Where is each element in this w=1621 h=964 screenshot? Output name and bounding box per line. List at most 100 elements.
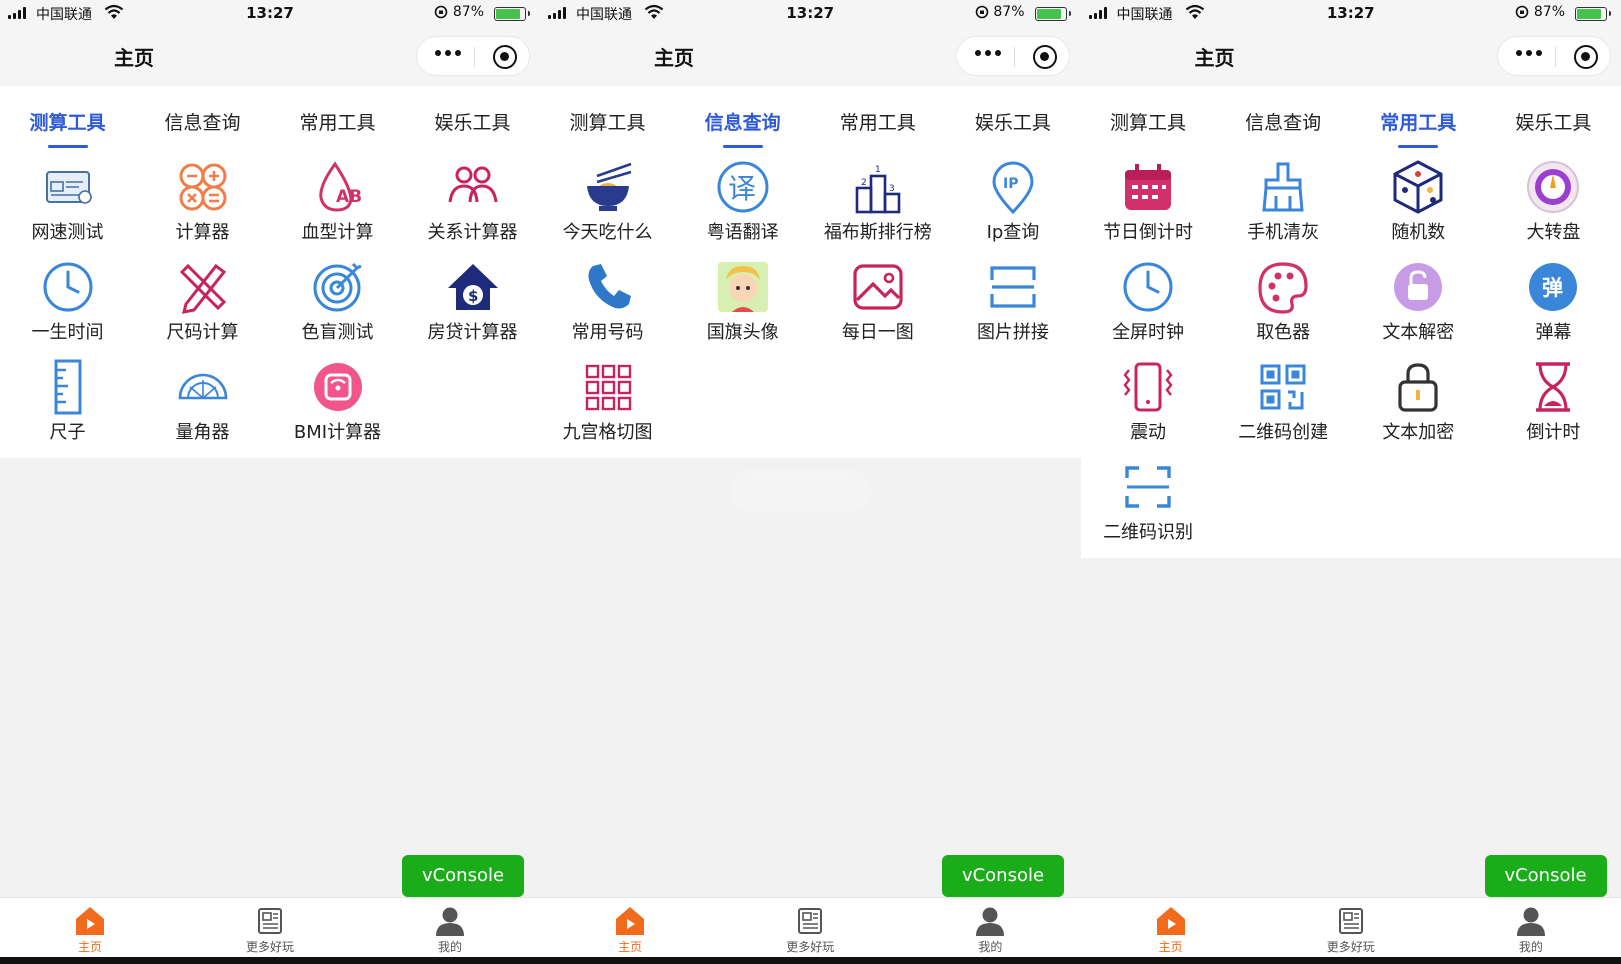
tool-item[interactable]: 计算器 [135,152,270,252]
tool-item[interactable]: 震动 [1081,352,1216,452]
podium-icon: 12 3 [849,158,907,216]
tool-item[interactable]: 尺子 [0,352,135,452]
tabbar-more[interactable]: 更多好玩 [720,898,900,957]
tool-item[interactable]: 手机清灰 [1216,152,1351,252]
tool-item[interactable]: 关系计算器 [405,152,540,252]
tab-0[interactable]: 测算工具 [1081,86,1216,152]
mini-program-capsule [1496,36,1611,76]
tool-item[interactable]: 今天吃什么 [540,152,675,252]
more-icon[interactable] [1515,50,1542,56]
vconsole-button[interactable]: vConsole [1484,855,1607,897]
hourglass-icon [1524,358,1582,416]
svg-text:2: 2 [861,178,867,188]
wheel-icon [1524,158,1582,216]
tool-item[interactable]: 弹弹幕 [1486,252,1621,352]
tab-3[interactable]: 娱乐工具 [405,86,540,152]
tool-item-label: 手机清灰 [1247,222,1320,243]
tab-2[interactable]: 常用工具 [1351,86,1486,152]
tabbar-more-label: 更多好玩 [786,940,835,954]
tool-item[interactable]: BMI计算器 [270,352,405,452]
user-icon [436,907,464,936]
qrcode-icon [1254,358,1312,416]
tool-item[interactable]: 图片拼接 [945,252,1080,352]
svg-text:IP: IP [1003,176,1018,192]
tab-1[interactable]: 信息查询 [675,86,810,152]
tabbar-mine[interactable]: 我的 [360,898,540,957]
danmaku-icon: 弹 [1524,258,1582,316]
tab-1[interactable]: 信息查询 [1216,86,1351,152]
tabbar-more[interactable]: 更多好玩 [180,898,360,957]
more-icon[interactable] [975,50,1001,56]
tool-item[interactable]: 取色器 [1216,252,1351,352]
tool-item[interactable]: 网速测试 [0,152,135,252]
tab-1[interactable]: 信息查询 [135,86,270,152]
close-target-icon[interactable] [493,45,517,69]
tool-item-label: 图片拼接 [976,322,1049,343]
tabbar-home[interactable]: 主页 [1081,898,1261,957]
tabbar-mine[interactable]: 我的 [900,898,1080,957]
vconsole-button[interactable]: vConsole [942,855,1064,897]
tab-0[interactable]: 测算工具 [0,86,135,152]
tool-item[interactable]: 二维码识别 [1081,452,1216,552]
tool-item[interactable]: 国旗头像 [675,252,810,352]
tool-item[interactable]: 文本加密 [1351,352,1486,452]
tool-item-label: 计算器 [175,222,230,243]
unlock-icon [1389,258,1447,316]
status-bar: 中国联通 13:27 87% [1080,0,1621,28]
tool-item[interactable]: 全屏时钟 [1081,252,1216,352]
tool-item-label: 二维码识别 [1103,522,1194,543]
newspaper-icon [258,908,282,934]
tab-2[interactable]: 常用工具 [810,86,945,152]
more-icon[interactable] [435,50,461,56]
tool-item[interactable]: IP Ip查询 [945,152,1080,252]
tabbar-home[interactable]: 主页 [0,898,180,957]
tabbar-home[interactable]: 主页 [540,898,720,957]
tab-0[interactable]: 测算工具 [540,86,675,152]
tabbar-more[interactable]: 更多好玩 [1261,898,1441,957]
tool-item[interactable]: 每日一图 [810,252,945,352]
tool-item-label: 文本加密 [1382,422,1455,443]
tool-item[interactable]: 大转盘 [1486,152,1621,252]
scan-icon [1119,458,1177,516]
tool-item[interactable]: 1 2 3 福布斯排行榜 [810,152,945,252]
tool-item[interactable]: 文本解密 [1351,252,1486,352]
vconsole-button[interactable]: vConsole [402,855,524,897]
tool-item[interactable]: 译粤语翻译 [675,152,810,252]
tab-3[interactable]: 娱乐工具 [945,86,1080,152]
tool-item[interactable]: 倒计时 [1486,352,1621,452]
tool-item[interactable]: 二维码创建 [1216,352,1351,452]
nav-bar: 主页 [0,28,540,85]
phone-screen-3: 中国联通 13:27 87% 主页 测算工具 信息查询 常用工具 娱乐工具 节日倒计时… [1080,0,1621,964]
tool-item[interactable]: $ 房贷计算器 [405,252,540,352]
tool-item-label: 文本解密 [1382,322,1455,343]
speed-test-icon [39,158,97,216]
tool-item-label: 尺码计算 [166,322,239,343]
tool-item-label: 血型计算 [301,222,374,243]
phone-screen-1: 中国联通 13:27 87% 主页 测算工具 信息查询 常用工具 娱乐工具 网速测试 计… [0,0,540,964]
close-target-icon[interactable] [1573,45,1598,69]
image-join-icon [984,258,1042,316]
capsule-divider [1554,47,1556,67]
tab-2[interactable]: 常用工具 [270,86,405,152]
tool-item-label: 尺子 [49,422,86,443]
tool-item[interactable]: 随机数 [1351,152,1486,252]
tool-item[interactable]: 节日倒计时 [1081,152,1216,252]
ip-pin-icon: IP [984,158,1042,216]
close-target-icon[interactable] [1033,45,1057,69]
tabbar-more-label: 更多好玩 [1326,940,1375,954]
tool-item[interactable]: 常用号码 [540,252,675,352]
tabbar-mine[interactable]: 我的 [1441,898,1621,957]
tool-item[interactable]: 尺码计算 [135,252,270,352]
tool-item[interactable]: 一生时间 [0,252,135,352]
tool-item[interactable]: 色盲测试 [270,252,405,352]
tool-item[interactable]: 量角器 [135,352,270,452]
battery-percent: 87% [1533,4,1565,20]
tool-item-label: 节日倒计时 [1103,222,1194,243]
tool-item[interactable]: 九宫格切图 [540,352,675,452]
category-tabs: 测算工具 信息查询 常用工具 娱乐工具 [540,86,1081,152]
tool-item-label: 关系计算器 [427,222,518,243]
home-play-icon [616,907,645,935]
tool-item[interactable]: AB 血型计算 [270,152,405,252]
tool-item-label: 九宫格切图 [562,422,653,443]
tab-3[interactable]: 娱乐工具 [1486,86,1621,152]
